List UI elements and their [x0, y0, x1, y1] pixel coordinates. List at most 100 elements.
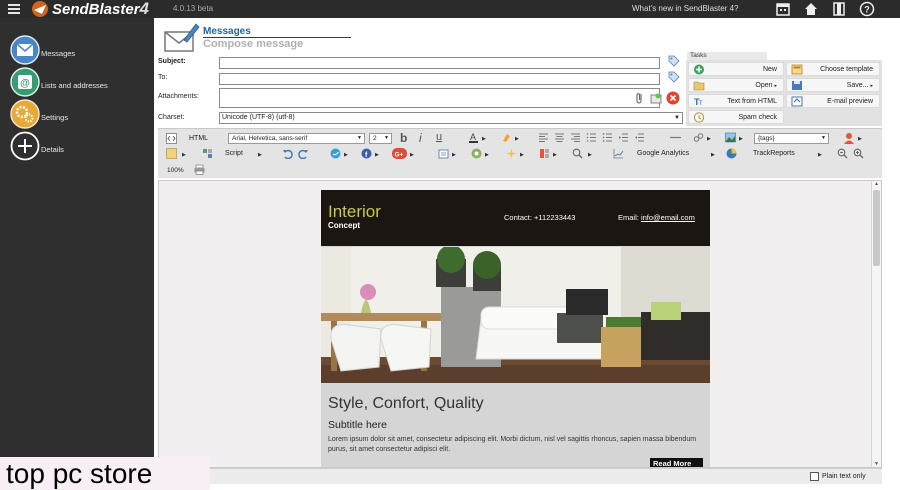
- facebook-icon[interactable]: f: [361, 148, 372, 159]
- facebook-dropdown-icon[interactable]: ▶: [375, 152, 379, 158]
- align-left-icon[interactable]: [538, 132, 549, 143]
- script-dropdown-icon[interactable]: ▶: [258, 152, 262, 158]
- sidebar-item-label: Lists and addresses: [41, 81, 108, 90]
- to-label: To:: [158, 74, 168, 81]
- link-dropdown-icon[interactable]: ▶: [707, 136, 711, 142]
- zoom-out-icon[interactable]: [837, 148, 848, 159]
- tags-select[interactable]: {tags} ▼: [754, 133, 829, 144]
- scroll-up-icon[interactable]: ▲: [874, 181, 879, 187]
- sparkle-icon[interactable]: [506, 148, 517, 159]
- subject-input[interactable]: [219, 57, 660, 69]
- image-link-icon[interactable]: [650, 92, 662, 104]
- undo-icon[interactable]: [282, 148, 293, 159]
- indent-icon[interactable]: [618, 132, 629, 143]
- compose-envelope-icon: [164, 23, 200, 52]
- subject-label: Subject:: [158, 58, 186, 65]
- align-center-icon[interactable]: [554, 132, 565, 143]
- search-dropdown-icon[interactable]: ▶: [588, 152, 592, 158]
- to-input[interactable]: [219, 73, 660, 85]
- align-right-icon[interactable]: [570, 132, 581, 143]
- read-more-button[interactable]: Read More: [650, 458, 703, 467]
- image-icon[interactable]: [725, 132, 736, 143]
- html-toggle[interactable]: HTML: [189, 135, 208, 142]
- font-family-select[interactable]: Arial, Helvetica, sans-serif ▼: [228, 133, 365, 144]
- italic-button[interactable]: i: [419, 131, 422, 145]
- print-icon[interactable]: [194, 164, 205, 175]
- save-disk-icon: [792, 81, 802, 90]
- redo-icon[interactable]: [298, 148, 309, 159]
- sparkle-dropdown-icon[interactable]: ▶: [520, 152, 524, 158]
- zoom-in-icon[interactable]: [853, 148, 864, 159]
- highlighter-icon[interactable]: [501, 132, 512, 143]
- layout-dropdown-icon[interactable]: ▶: [553, 152, 557, 158]
- horizontal-rule-icon[interactable]: [670, 132, 681, 143]
- open-button[interactable]: Open ▸: [688, 78, 784, 92]
- attachments-list[interactable]: [219, 88, 660, 108]
- google-plus-icon[interactable]: G+: [392, 148, 407, 159]
- spam-check-button[interactable]: Spam check: [688, 110, 784, 124]
- google-analytics-menu[interactable]: Google Analytics: [637, 150, 689, 157]
- paperclip-icon[interactable]: [634, 92, 646, 104]
- analytics-chart-icon[interactable]: [613, 148, 624, 159]
- font-color-dropdown-icon[interactable]: ▶: [482, 136, 486, 142]
- tag-icon[interactable]: [668, 71, 680, 83]
- highlight-dropdown-icon[interactable]: ▶: [515, 136, 519, 142]
- email-link[interactable]: info@email.com: [641, 213, 695, 222]
- track-reports-dropdown-icon[interactable]: ▶: [818, 152, 822, 158]
- text-from-html-button[interactable]: TT Text from HTML: [688, 94, 784, 108]
- pie-chart-icon[interactable]: [726, 148, 737, 159]
- sidebar-item-messages[interactable]: Messages: [10, 35, 150, 65]
- tag-icon[interactable]: [668, 55, 680, 67]
- font-color-icon[interactable]: A: [468, 132, 479, 143]
- new-button[interactable]: New: [688, 62, 784, 76]
- track-reports-menu[interactable]: TrackReports: [753, 150, 795, 157]
- underline-button[interactable]: u: [436, 131, 442, 143]
- blocks-icon[interactable]: [202, 148, 213, 159]
- sidebar-item-settings[interactable]: Settings: [10, 99, 150, 129]
- email-subtitle: Subtitle here: [328, 419, 387, 431]
- bold-button[interactable]: b: [400, 131, 407, 145]
- insert-box-icon[interactable]: [438, 148, 449, 159]
- twitter-icon[interactable]: [330, 148, 341, 159]
- calendar-icon[interactable]: [775, 1, 791, 17]
- remove-attachment-icon[interactable]: [666, 91, 680, 105]
- film-icon[interactable]: [831, 1, 847, 17]
- hamburger-menu-icon[interactable]: [8, 2, 20, 14]
- unordered-list-icon[interactable]: [602, 132, 613, 143]
- search-icon[interactable]: [572, 148, 583, 159]
- sidebar-item-lists[interactable]: @ Lists and addresses: [10, 67, 150, 97]
- email-preview-button[interactable]: E-mail preview: [786, 94, 880, 108]
- charset-select[interactable]: Unicode (UTF-8) (utf-8) ▼: [219, 112, 683, 124]
- editor-canvas[interactable]: Interior Concept Contact: +112233443 Ema…: [158, 180, 882, 468]
- font-size-select[interactable]: 2 ▼: [369, 133, 392, 144]
- plain-text-checkbox[interactable]: [810, 472, 819, 481]
- share-icon[interactable]: [471, 148, 482, 159]
- main-panel: Messages Compose message Subject: To: At…: [154, 18, 900, 490]
- paragraph-dropdown-icon[interactable]: ▶: [182, 152, 186, 158]
- save-button[interactable]: Save... ▸: [786, 78, 880, 92]
- layout-icon[interactable]: [539, 148, 550, 159]
- html-source-icon[interactable]: [166, 133, 177, 144]
- help-icon[interactable]: ?: [859, 1, 875, 17]
- share-dropdown-icon[interactable]: ▶: [485, 152, 489, 158]
- personalization-dropdown-icon[interactable]: ▶: [858, 136, 862, 142]
- google-plus-dropdown-icon[interactable]: ▶: [410, 152, 414, 158]
- editor-scrollbar[interactable]: ▲ ▼: [871, 181, 881, 467]
- sendblaster-logo-icon: [32, 1, 48, 17]
- whats-new-link[interactable]: What's new in SendBlaster 4?: [632, 4, 738, 13]
- google-analytics-dropdown-icon[interactable]: ▶: [711, 152, 715, 158]
- insert-box-dropdown-icon[interactable]: ▶: [452, 152, 456, 158]
- sidebar-item-details[interactable]: Details: [10, 131, 150, 161]
- script-menu[interactable]: Script: [225, 150, 243, 157]
- home-icon[interactable]: [803, 1, 819, 17]
- ordered-list-icon[interactable]: [586, 132, 597, 143]
- personalization-icon[interactable]: [843, 132, 855, 144]
- link-icon[interactable]: [693, 132, 704, 143]
- twitter-dropdown-icon[interactable]: ▶: [344, 152, 348, 158]
- scrollbar-thumb[interactable]: [873, 190, 880, 266]
- outdent-icon[interactable]: [634, 132, 645, 143]
- paragraph-icon[interactable]: [166, 148, 177, 159]
- image-dropdown-icon[interactable]: ▶: [739, 136, 743, 142]
- scroll-down-icon[interactable]: ▼: [874, 461, 879, 467]
- choose-template-button[interactable]: Choose template: [786, 62, 880, 76]
